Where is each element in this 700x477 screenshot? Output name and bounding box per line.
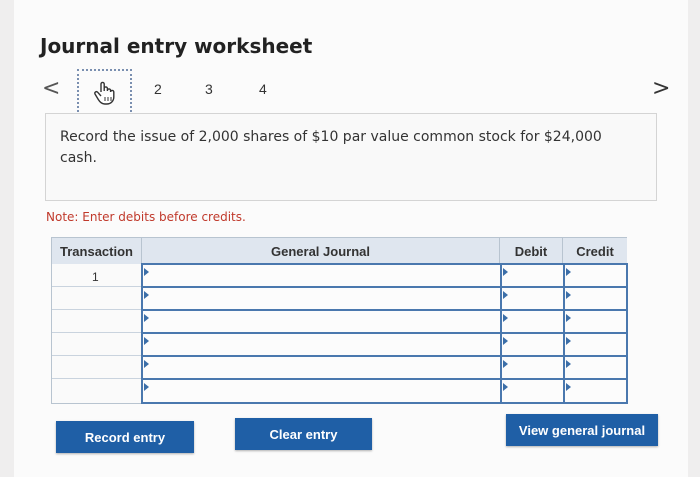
credit-input[interactable] (563, 332, 628, 357)
transaction-cell (52, 287, 143, 310)
header-debit: Debit (500, 238, 563, 264)
prev-arrow-icon[interactable]: < (42, 76, 60, 101)
account-input[interactable] (141, 332, 502, 357)
debit-input[interactable] (500, 286, 565, 311)
debit-input[interactable] (500, 378, 565, 404)
credit-input[interactable] (563, 309, 628, 334)
account-input[interactable] (141, 286, 502, 311)
clear-entry-button[interactable]: Clear entry (235, 418, 372, 450)
debit-input[interactable] (500, 355, 565, 380)
account-input[interactable] (141, 355, 502, 380)
prompt-text: Record the issue of 2,000 shares of $10 … (60, 129, 602, 166)
debit-input[interactable] (500, 309, 565, 334)
transaction-cell (52, 310, 143, 333)
transaction-number: 1 (92, 270, 99, 284)
step-3[interactable]: 3 (205, 81, 213, 97)
journal-entry-table: Transaction General Journal Debit Credit (51, 237, 628, 404)
step-4[interactable]: 4 (259, 81, 267, 97)
instruction-note: Note: Enter debits before credits. (46, 210, 246, 224)
credit-input[interactable] (563, 378, 628, 404)
transaction-cell (52, 379, 143, 403)
credit-input[interactable] (563, 286, 628, 311)
account-input[interactable] (141, 378, 502, 404)
step-1-current[interactable] (77, 69, 132, 116)
debit-input[interactable] (500, 332, 565, 357)
transaction-cell (52, 333, 143, 356)
debit-input[interactable] (500, 263, 565, 288)
credit-input[interactable] (563, 263, 628, 288)
header-transaction: Transaction (52, 238, 142, 264)
page-title: Journal entry worksheet (40, 34, 313, 58)
view-general-journal-button[interactable]: View general journal (506, 414, 658, 446)
record-entry-button[interactable]: Record entry (56, 421, 194, 453)
next-arrow-icon[interactable]: > (652, 76, 670, 101)
account-input[interactable] (141, 309, 502, 334)
header-general-journal: General Journal (142, 238, 500, 264)
account-input[interactable] (141, 263, 502, 288)
credit-input[interactable] (563, 355, 628, 380)
transaction-cell (52, 356, 143, 379)
hand-pointer-icon (93, 81, 114, 105)
header-credit: Credit (563, 238, 627, 264)
question-prompt: Record the issue of 2,000 shares of $10 … (45, 113, 657, 201)
step-2[interactable]: 2 (154, 81, 162, 97)
